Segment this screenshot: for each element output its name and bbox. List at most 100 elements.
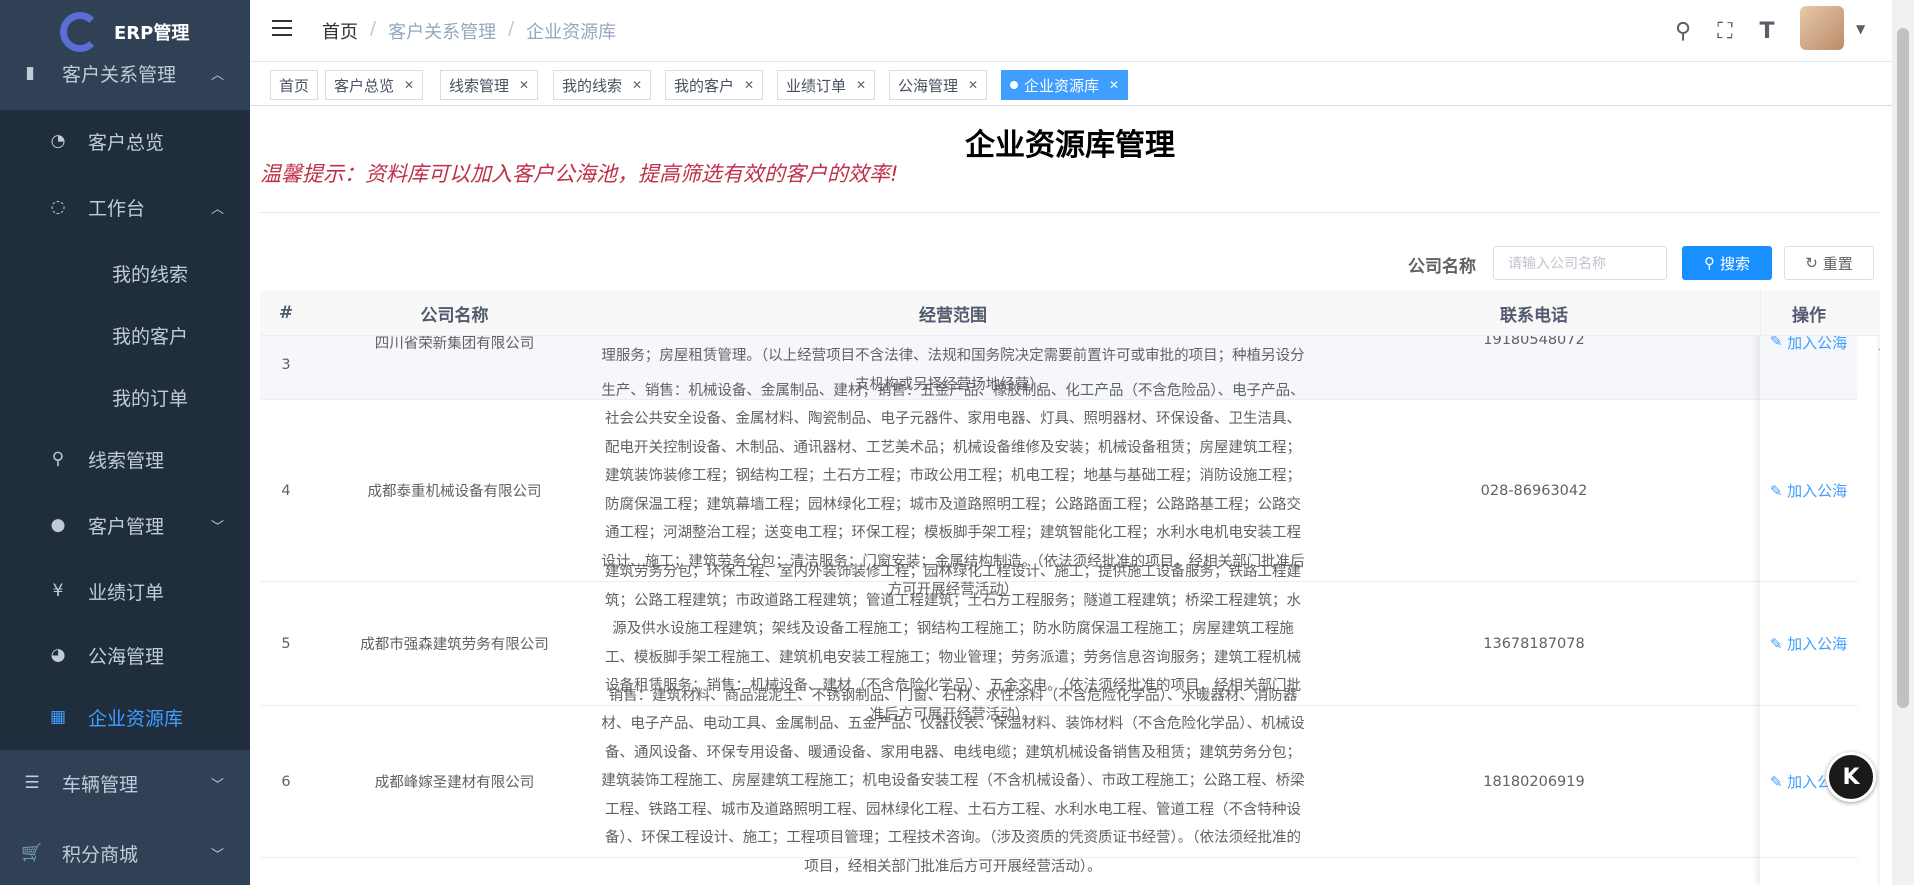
close-icon[interactable]: ✕ [519, 78, 529, 92]
sidebar-item-label: 客户关系管理 [62, 63, 177, 86]
tag-public-sea[interactable]: 公海管理 ✕ [889, 70, 988, 100]
row-company: 成都市强森建筑劳务有限公司 [360, 637, 549, 653]
sidebar-item-customer-management[interactable]: ● 客户管理 ﹀ [0, 504, 250, 546]
refresh-icon: ↻ [1805, 254, 1818, 272]
sidebar-item-label: 积分商城 [62, 843, 139, 866]
breadcrumb-home[interactable]: 首页 [322, 18, 358, 44]
sidebar-item-label: 工作台 [88, 197, 146, 220]
row-phone: 13678187078 [1483, 635, 1585, 652]
tag-label: 业绩订单 [786, 76, 847, 95]
active-dot-icon [1010, 81, 1018, 89]
breadcrumb-current: 企业资源库 [526, 22, 617, 43]
join-public-sea-button[interactable]: ✎ 加入公海 [1760, 400, 1857, 581]
sidebar-item-vehicle-management[interactable]: ☰ 车辆管理 ﹀ [0, 762, 250, 804]
chevron-up-icon: ︿ [210, 67, 224, 83]
tag-my-leads[interactable]: 我的线索 ✕ [553, 70, 652, 100]
reset-button[interactable]: ↻ 重置 [1784, 246, 1874, 280]
tag-performance-orders[interactable]: 业绩订单 ✕ [777, 70, 876, 100]
column-header-company: 公司名称 [420, 305, 489, 326]
user-group-icon: ◕ [50, 645, 66, 665]
row-phone: 028-86963042 [1480, 482, 1588, 499]
join-public-sea-button[interactable]: ✎ 加入公海 [1760, 582, 1857, 705]
sidebar-item-performance-orders[interactable]: ¥ 业绩订单 [0, 570, 250, 612]
sidebar-item-public-sea[interactable]: ◕ 公海管理 [0, 634, 250, 676]
tag-label: 我的线索 [562, 76, 623, 95]
data-table: 3 四川省荣新集团有限公司 油、生丝、蚕茧和其他有专项规定的项目）；建筑机械设备… [260, 290, 1880, 885]
caret-down-icon[interactable]: ▼ [1856, 22, 1865, 36]
sidebar-item-crm[interactable]: ▮ 客户关系管理 ︿ [0, 52, 250, 94]
row-index: 3 [281, 356, 291, 373]
row-phone: 18180206919 [1483, 773, 1585, 790]
breadcrumb: 首页 / 客户关系管理 / 企业资源库 [322, 18, 616, 44]
company-name-input[interactable]: 请输入公司名称 [1493, 246, 1667, 280]
reset-button-label: 重置 [1822, 254, 1853, 273]
fab-label: K [1842, 764, 1860, 790]
scroll-up-icon[interactable]: ▲ [1879, 342, 1880, 352]
tag-label: 公海管理 [898, 76, 959, 95]
sidebar-item-lead-management[interactable]: ⚲ 线索管理 [0, 438, 250, 480]
row-scope: 销售：建筑材料、商品混泥土、不锈钢制品、门窗、石材、水性涂料（不含危险化学品）、… [601, 687, 1305, 875]
row-company: 四川省荣新集团有限公司 [374, 336, 535, 352]
tag-my-customers[interactable]: 我的客户 ✕ [665, 70, 764, 100]
logo-icon [60, 12, 100, 52]
sidebar-item-my-orders[interactable]: 我的订单 [0, 376, 250, 418]
close-icon[interactable]: ✕ [404, 78, 414, 92]
sidebar-item-label: 线索管理 [88, 449, 165, 472]
chevron-down-icon: ﹀ [210, 847, 224, 863]
sidebar-item-label: 车辆管理 [62, 773, 139, 796]
tag-home[interactable]: 首页 [270, 70, 319, 100]
close-icon[interactable]: ✕ [968, 78, 978, 92]
row-phone: 19180548072 [1483, 332, 1585, 348]
breadcrumb-separator: / [370, 18, 377, 39]
sidebar-item-customer-overview[interactable]: ◔ 客户总览 [0, 120, 250, 162]
search-icon[interactable]: ⚲ [1670, 18, 1696, 44]
avatar[interactable] [1800, 6, 1844, 50]
tags-view: 首页 客户总览 ✕ 线索管理 ✕ 我的线索 ✕ 我的客户 ✕ 业绩订单 ✕ 公海管理 ✕ 企… [250, 62, 1914, 106]
join-public-sea-button[interactable]: ✎ 加入公海 [1760, 330, 1857, 399]
floating-assistant-button[interactable]: K [1826, 752, 1876, 802]
chevron-down-icon: ﹀ [210, 519, 224, 535]
table-row[interactable]: 6 成都峰嫁圣建材有限公司 销售：建筑材料、商品混泥土、不锈钢制品、门窗、石材、… [260, 687, 1857, 875]
sidebar-item-label: 我的客户 [112, 325, 189, 348]
company-name-label: 公司名称 [1408, 257, 1476, 277]
cart-icon: 🛒 [21, 843, 43, 863]
chevron-up-icon: ︿ [210, 201, 224, 217]
sidebar-item-label: 企业资源库 [88, 707, 184, 730]
sidebar-item-my-leads[interactable]: 我的线索 [0, 252, 250, 294]
logo[interactable]: ERP管理 [60, 8, 250, 56]
tag-customer-overview[interactable]: 客户总览 ✕ [325, 70, 424, 100]
breadcrumb-separator: / [508, 18, 515, 39]
sidebar-item-workbench[interactable]: ◌ 工作台 ︿ [0, 186, 250, 228]
fullscreen-icon[interactable]: ⛶ [1712, 18, 1738, 44]
tag-label: 企业资源库 [1024, 76, 1100, 95]
close-icon[interactable]: ✕ [744, 78, 754, 92]
close-icon[interactable]: ✕ [1109, 78, 1119, 92]
row-index: 4 [281, 482, 291, 499]
font-size-icon[interactable]: T [1754, 18, 1780, 44]
sidebar-item-label: 客户管理 [88, 515, 165, 538]
column-header-actions: 操作 [1760, 290, 1857, 336]
page-scrollbar-thumb[interactable] [1897, 28, 1909, 708]
list-icon: ☰ [24, 773, 40, 793]
menu-toggle-icon[interactable] [272, 20, 292, 38]
table-row[interactable]: 4 成都泰重机械设备有限公司 生产、销售：机械设备、金属制品、建材；销售：五金产… [260, 383, 1857, 598]
tip-text: 温馨提示：资料库可以加入客户公海池，提高筛选有效的客户的效率! [260, 162, 899, 186]
app-title: ERP管理 [114, 23, 190, 44]
sidebar-item-points-mall[interactable]: 🛒 积分商城 ﹀ [0, 832, 250, 874]
tag-lead-management[interactable]: 线索管理 ✕ [440, 70, 539, 100]
search-icon: ⚲ [51, 449, 65, 469]
yen-icon: ¥ [52, 581, 64, 601]
edit-icon: ✎ [1769, 634, 1788, 653]
tag-enterprise-library[interactable]: 企业资源库 ✕ [1001, 70, 1129, 100]
tag-label: 线索管理 [449, 76, 510, 95]
sidebar-item-my-customers[interactable]: 我的客户 [0, 314, 250, 356]
sidebar-item-enterprise-library[interactable]: ▦ 企业资源库 [0, 696, 250, 738]
page-scrollbar[interactable] [1892, 0, 1914, 885]
close-icon[interactable]: ✕ [856, 78, 866, 92]
top-navbar: 首页 / 客户关系管理 / 企业资源库 ⚲ ⛶ T ▼ [250, 0, 1914, 62]
search-button[interactable]: ⚲ 搜索 [1682, 246, 1772, 280]
bar-chart-icon: ▮ [25, 63, 35, 83]
close-icon[interactable]: ✕ [632, 78, 642, 92]
edit-icon: ✎ [1769, 772, 1788, 791]
table-scrollbar[interactable]: ▲ [1877, 336, 1880, 885]
